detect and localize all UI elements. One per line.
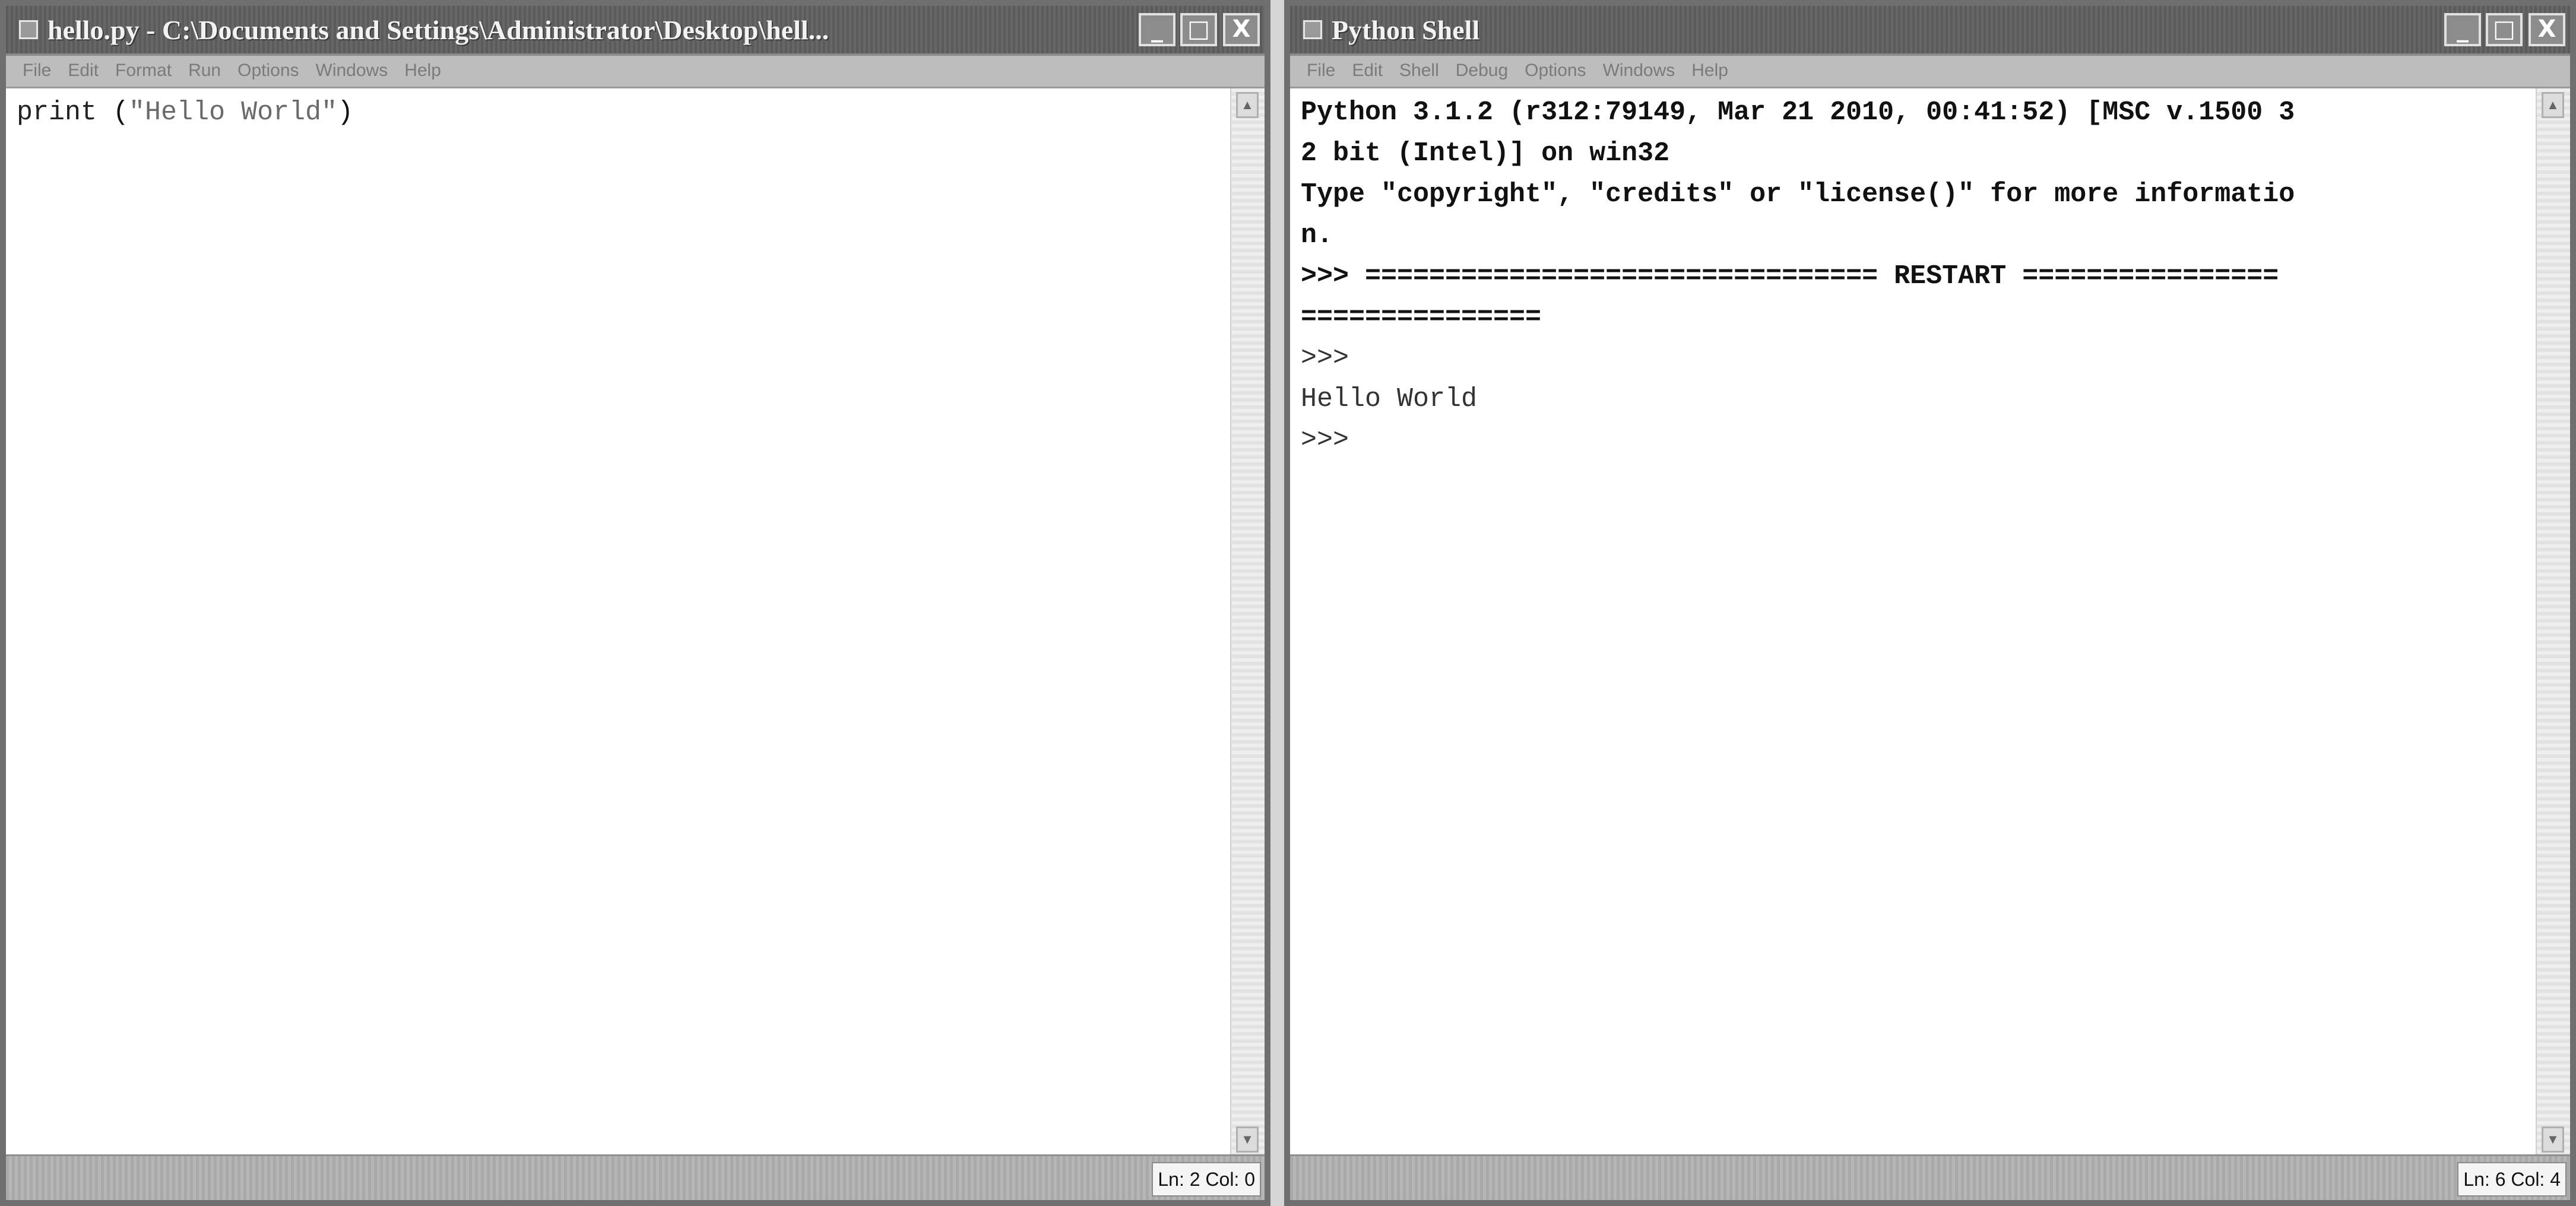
shell-line: n. [1301,220,1333,250]
scroll-down-arrow-icon[interactable]: ▼ [1236,1126,1259,1153]
shell-vertical-scrollbar[interactable]: ▲ ▼ [2536,88,2570,1156]
editor-vertical-scrollbar[interactable]: ▲ ▼ [1230,88,1265,1156]
shell-line: 2 bit (Intel)] on win32 [1301,138,1670,169]
menu-edit[interactable]: Edit [1352,61,1383,81]
menu-options[interactable]: Options [237,61,299,81]
shell-prompt: >>> [1301,425,1349,455]
code-open-paren: ( [97,97,129,128]
menu-windows[interactable]: Windows [1603,61,1675,81]
editor-window: hello.py - C:\Documents and Settings\Adm… [0,0,1270,1206]
menu-format[interactable]: Format [115,61,172,81]
shell-output: Hello World [1301,384,1478,414]
menu-help[interactable]: Help [404,61,441,81]
scroll-down-arrow-icon[interactable]: ▼ [2542,1126,2564,1153]
menu-windows[interactable]: Windows [316,61,388,81]
editor-window-title: hello.py - C:\Documents and Settings\Adm… [47,15,829,45]
code-line: print ("Hello World") [17,92,1231,133]
menu-debug[interactable]: Debug [1456,61,1508,81]
scroll-up-arrow-icon[interactable]: ▲ [1236,92,1259,118]
minimize-button[interactable]: _ [1139,13,1175,46]
cursor-position: Ln: 2 Col: 0 [1152,1162,1261,1197]
shell-line: =============== [1301,302,1542,332]
editor-menubar: File Edit Format Run Options Windows Help [6,56,1265,88]
shell-output-area[interactable]: Python 3.1.2 (r312:79149, Mar 21 2010, 0… [1290,88,2537,1156]
maximize-button[interactable]: □ [2486,13,2523,46]
menu-file[interactable]: File [1307,61,1335,81]
shell-menubar: File Edit Shell Debug Options Windows Help [1290,56,2570,88]
editor-titlebar[interactable]: hello.py - C:\Documents and Settings\Adm… [6,6,1265,56]
scroll-up-arrow-icon[interactable]: ▲ [2542,92,2564,118]
close-button[interactable]: X [1223,13,1260,46]
shell-window: Python Shell _ □ X File Edit Shell Debug Opt… [1284,0,2576,1206]
shell-window-title: Python Shell [1332,15,1480,45]
code-function: print [17,97,97,128]
menu-file[interactable]: File [23,61,51,81]
code-string: "Hello World" [129,97,338,128]
editor-statusbar: Ln: 2 Col: 0 [6,1154,1265,1200]
editor-text-area[interactable]: print ("Hello World") [6,88,1231,1156]
close-button[interactable]: X [2529,13,2565,46]
shell-line: >>> ================================ RES… [1301,261,2279,291]
cursor-position: Ln: 6 Col: 4 [2457,1162,2567,1197]
menu-shell[interactable]: Shell [1399,61,1439,81]
minimize-button[interactable]: _ [2444,13,2481,46]
shell-prompt: >>> [1301,343,1349,373]
shell-titlebar[interactable]: Python Shell _ □ X [1290,6,2570,56]
python-shell-icon [1303,20,1322,39]
shell-line: Python 3.1.2 (r312:79149, Mar 21 2010, 0… [1301,97,2295,128]
shell-line: Type "copyright", "credits" or "license(… [1301,179,2295,210]
menu-options[interactable]: Options [1525,61,1586,81]
shell-statusbar: Ln: 6 Col: 4 [1290,1154,2570,1200]
code-close-paren: ) [337,97,354,128]
menu-edit[interactable]: Edit [68,61,99,81]
python-file-icon [19,20,38,39]
menu-help[interactable]: Help [1691,61,1728,81]
menu-run[interactable]: Run [188,61,221,81]
maximize-button[interactable]: □ [1180,13,1217,46]
